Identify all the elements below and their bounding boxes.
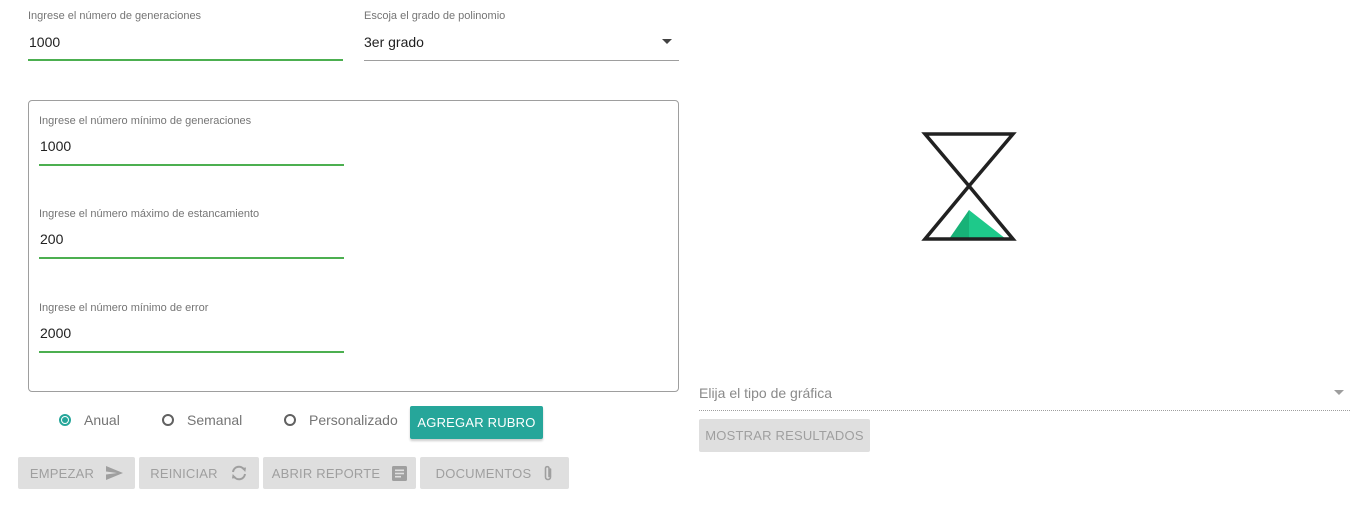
documents-button-label: DOCUMENTOS bbox=[435, 465, 532, 481]
report-icon bbox=[392, 465, 408, 481]
min-generations-input[interactable]: 1000 bbox=[40, 138, 71, 154]
radio-unchecked-icon[interactable] bbox=[284, 414, 296, 426]
refresh-icon bbox=[230, 465, 248, 481]
radio-semanal-label: Semanal bbox=[187, 412, 243, 428]
restart-button[interactable]: REINICIAR bbox=[139, 457, 259, 489]
radio-personalizado[interactable]: Personalizado bbox=[284, 412, 398, 428]
min-error-input[interactable]: 2000 bbox=[40, 325, 71, 341]
min-error-field[interactable]: Ingrese el número mínimo de error 2000 bbox=[39, 300, 344, 354]
start-button-label: EMPEZAR bbox=[29, 465, 95, 481]
radio-checked-icon[interactable] bbox=[59, 414, 71, 426]
polynomial-select[interactable]: Escoja el grado de polinomio 3er grado bbox=[364, 8, 679, 62]
generations-underline bbox=[28, 59, 343, 61]
min-generations-underline bbox=[39, 164, 344, 166]
hourglass-icon bbox=[921, 131, 1017, 243]
polynomial-value: 3er grado bbox=[364, 34, 424, 50]
start-button[interactable]: EMPEZAR bbox=[18, 457, 135, 489]
parameters-panel: Ingrese el número mínimo de generaciones… bbox=[28, 100, 679, 392]
generations-input[interactable]: 1000 bbox=[29, 34, 60, 50]
max-stagnation-input[interactable]: 200 bbox=[40, 231, 63, 247]
restart-button-label: REINICIAR bbox=[150, 465, 218, 481]
generations-field[interactable]: Ingrese el número de generaciones 1000 bbox=[28, 8, 343, 62]
min-generations-field[interactable]: Ingrese el número mínimo de generaciones… bbox=[39, 113, 344, 167]
send-icon bbox=[106, 466, 124, 480]
open-report-button[interactable]: ABRIR REPORTE bbox=[263, 457, 416, 489]
add-item-button[interactable]: AGREGAR RUBRO bbox=[410, 406, 543, 439]
radio-semanal[interactable]: Semanal bbox=[162, 412, 242, 428]
chart-type-select[interactable]: Elija el tipo de gráfica bbox=[699, 378, 1350, 412]
min-error-label: Ingrese el número mínimo de error bbox=[39, 302, 209, 314]
attachment-icon bbox=[543, 465, 553, 482]
chart-type-underline bbox=[699, 410, 1350, 411]
polynomial-underline bbox=[364, 60, 679, 61]
min-generations-label: Ingrese el número mínimo de generaciones bbox=[39, 115, 252, 127]
chevron-down-icon[interactable] bbox=[1334, 390, 1344, 395]
chevron-down-icon[interactable] bbox=[662, 39, 672, 44]
radio-anual-label: Anual bbox=[84, 412, 120, 428]
polynomial-label: Escoja el grado de polinomio bbox=[364, 10, 506, 22]
min-error-underline bbox=[39, 351, 344, 353]
open-report-button-label: ABRIR REPORTE bbox=[271, 465, 381, 481]
documents-button[interactable]: DOCUMENTOS bbox=[420, 457, 569, 489]
max-stagnation-field[interactable]: Ingrese el número máximo de estancamient… bbox=[39, 206, 344, 260]
radio-anual[interactable]: Anual bbox=[59, 412, 120, 428]
radio-unchecked-icon[interactable] bbox=[162, 414, 174, 426]
show-results-button[interactable]: MOSTRAR RESULTADOS bbox=[699, 419, 870, 452]
generations-label: Ingrese el número de generaciones bbox=[28, 10, 202, 22]
chart-type-placeholder: Elija el tipo de gráfica bbox=[699, 385, 833, 401]
radio-personalizado-label: Personalizado bbox=[309, 412, 398, 428]
max-stagnation-underline bbox=[39, 257, 344, 259]
max-stagnation-label: Ingrese el número máximo de estancamient… bbox=[39, 208, 260, 220]
